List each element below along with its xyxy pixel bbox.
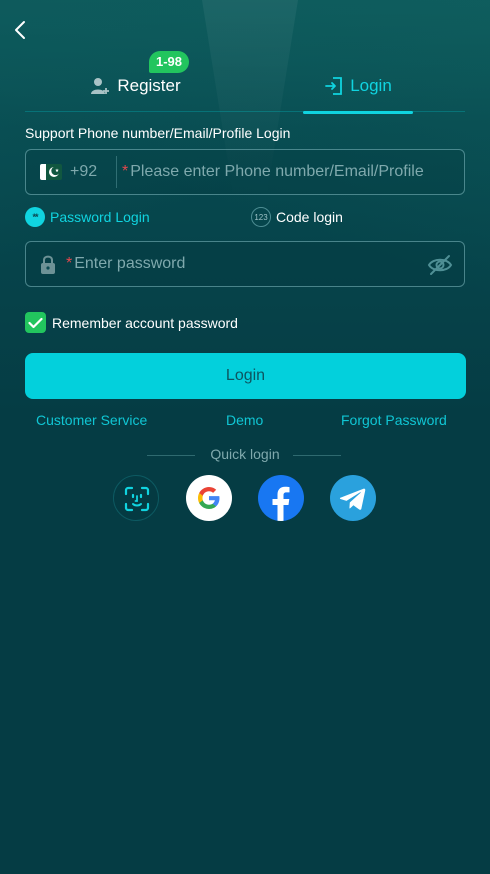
password-login-label: Password Login bbox=[50, 209, 150, 225]
tab-login-label: Login bbox=[350, 76, 392, 95]
google-login-button[interactable] bbox=[186, 475, 232, 521]
active-tab-indicator bbox=[303, 111, 413, 114]
code-mode-icon: 123 bbox=[251, 207, 271, 227]
check-icon bbox=[28, 317, 43, 328]
quick-login-label: Quick login bbox=[210, 446, 280, 462]
tab-register[interactable]: Register 1-98 bbox=[65, 51, 205, 112]
divider-line bbox=[293, 455, 341, 456]
forgot-password-link[interactable]: Forgot Password bbox=[341, 412, 447, 428]
remember-checkbox[interactable] bbox=[25, 312, 46, 333]
remember-label: Remember account password bbox=[52, 314, 238, 331]
chevron-left-icon bbox=[15, 21, 25, 39]
support-label: Support Phone number/Email/Profile Login bbox=[25, 125, 291, 141]
register-badge: 1-98 bbox=[149, 51, 190, 73]
facebook-icon bbox=[272, 486, 290, 521]
telegram-icon bbox=[339, 488, 366, 510]
lock-icon bbox=[41, 255, 55, 274]
eye-off-icon[interactable] bbox=[427, 254, 453, 276]
code-login-option[interactable]: 123 Code login bbox=[251, 206, 343, 228]
code-login-label: Code login bbox=[276, 209, 343, 225]
tab-register-label: Register bbox=[117, 76, 181, 95]
country-code[interactable]: +92 bbox=[70, 163, 97, 181]
remember-password[interactable]: Remember account password bbox=[25, 312, 238, 333]
password-input[interactable]: * Enter password bbox=[66, 255, 185, 273]
customer-service-link[interactable]: Customer Service bbox=[36, 412, 147, 428]
demo-link[interactable]: Demo bbox=[226, 412, 263, 428]
facebook-login-button[interactable] bbox=[258, 475, 304, 521]
face-id-login-button[interactable] bbox=[113, 475, 159, 521]
password-login-option[interactable]: ** Password Login bbox=[25, 206, 150, 228]
login-button[interactable]: Login bbox=[25, 353, 466, 399]
face-id-icon bbox=[124, 486, 150, 512]
phone-input[interactable]: * Please enter Phone number/Email/Profile bbox=[122, 163, 424, 181]
phone-placeholder: Please enter Phone number/Email/Profile bbox=[130, 163, 424, 180]
phone-field[interactable]: +92 * Please enter Phone number/Email/Pro… bbox=[25, 149, 465, 195]
password-field[interactable]: * Enter password bbox=[25, 241, 465, 287]
field-divider bbox=[116, 156, 117, 188]
auth-tabs: Register 1-98 Login bbox=[25, 51, 465, 114]
add-user-icon bbox=[91, 78, 110, 94]
google-icon bbox=[198, 487, 220, 509]
required-mark: * bbox=[122, 163, 129, 180]
password-placeholder: Enter password bbox=[74, 255, 186, 272]
pakistan-flag-icon bbox=[40, 164, 62, 180]
telegram-login-button[interactable] bbox=[330, 475, 376, 521]
tab-login[interactable]: Login bbox=[303, 60, 413, 114]
required-mark: * bbox=[66, 255, 73, 272]
login-door-icon bbox=[325, 77, 343, 95]
password-mode-icon: ** bbox=[25, 207, 45, 227]
back-button[interactable] bbox=[10, 18, 32, 42]
